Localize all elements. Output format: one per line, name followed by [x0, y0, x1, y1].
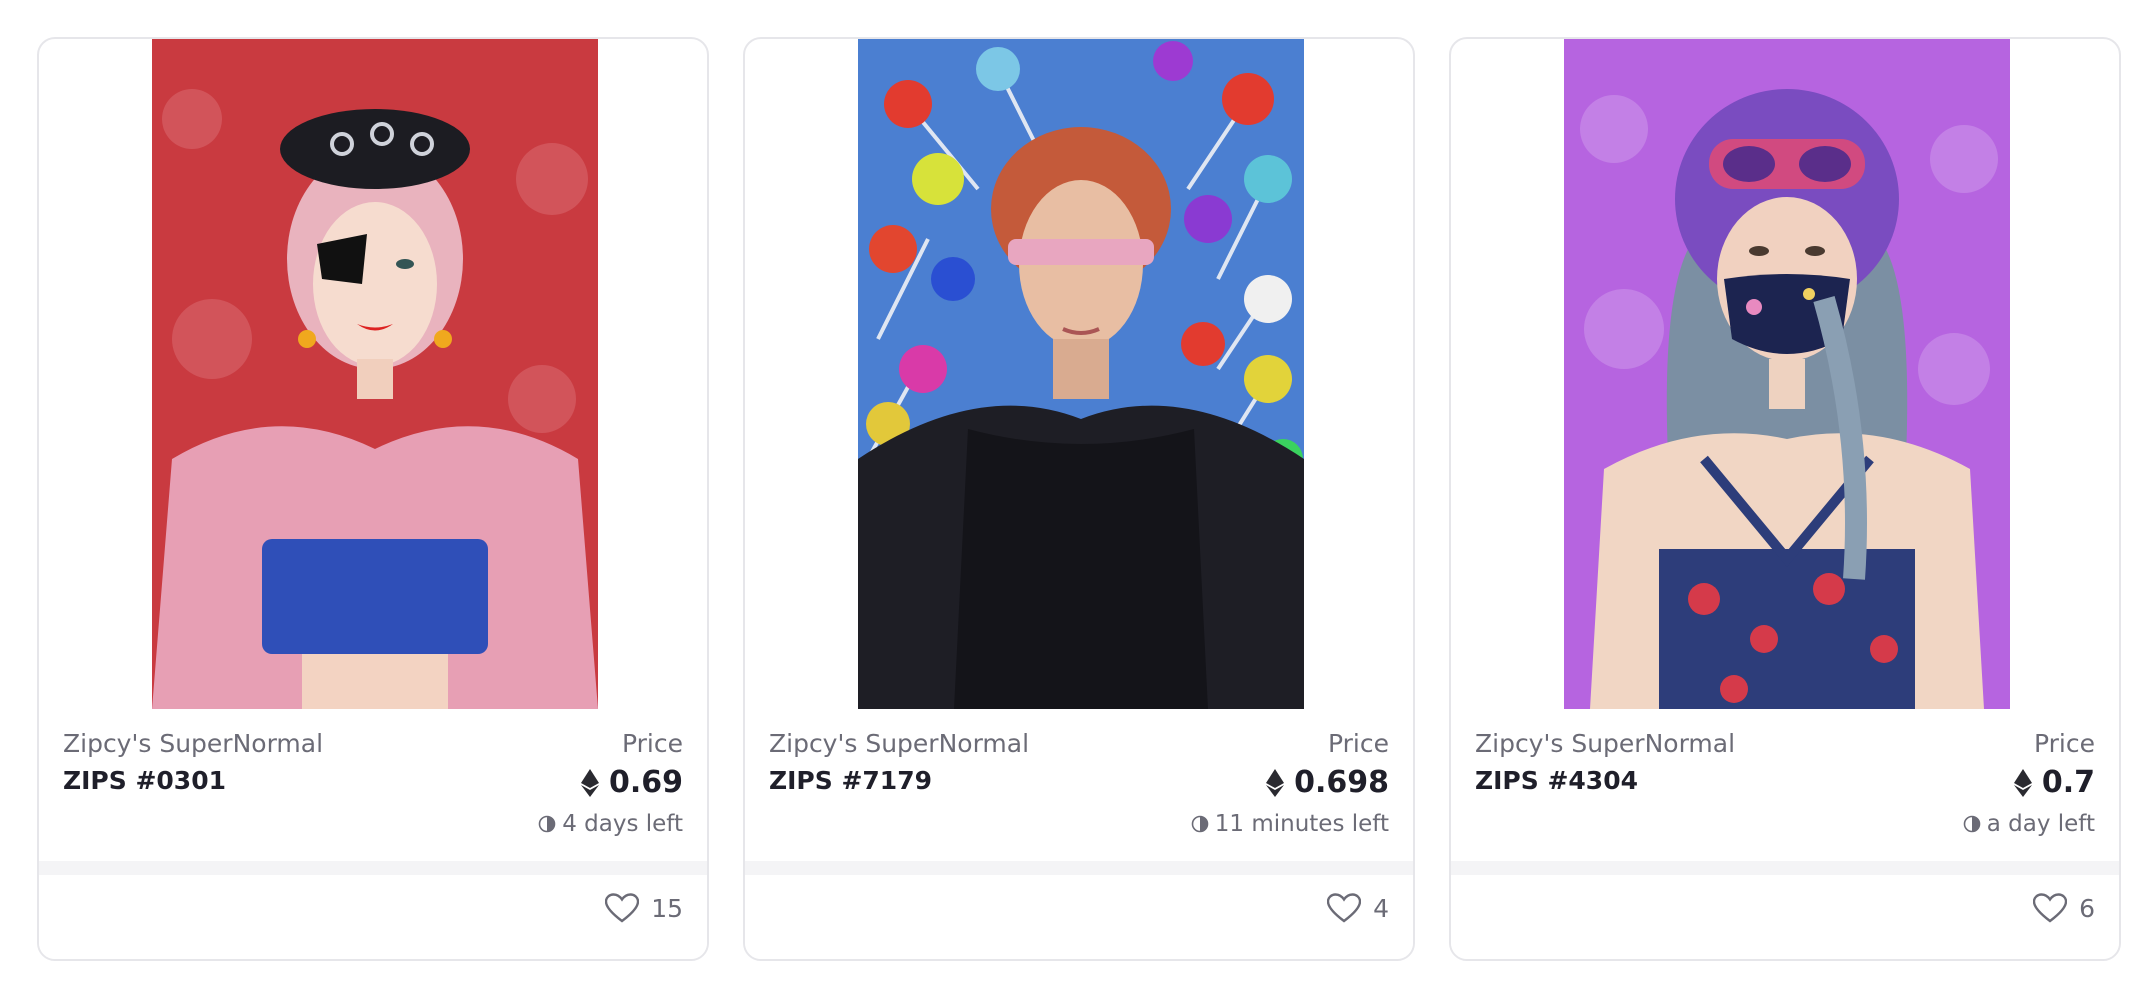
price-amount: 0.7 [2041, 765, 2095, 800]
time-left-text: a day left [1986, 811, 2095, 837]
auction-time: 11 minutes left [1191, 811, 1389, 837]
token-name[interactable]: ZIPS #4304 [1475, 766, 1638, 795]
clock-icon [1191, 815, 1209, 833]
price-value: 0.7 [2013, 765, 2095, 800]
like-count: 15 [651, 893, 683, 923]
clock-icon [538, 815, 556, 833]
ethereum-icon [2013, 768, 2032, 797]
like-button[interactable]: 4 [1327, 893, 1389, 923]
collection-name[interactable]: Zipcy's SuperNormal [63, 729, 323, 758]
price-amount: 0.698 [1294, 765, 1389, 800]
time-left-text: 11 minutes left [1214, 811, 1389, 837]
card-footer: 6 [1451, 861, 2119, 959]
auction-time: 4 days left [538, 811, 683, 837]
time-left-text: 4 days left [562, 811, 683, 837]
price-label: Price [2034, 729, 2095, 758]
nft-card[interactable]: Zipcy's SuperNormal ZIPS #4304 Price 0.7… [1449, 37, 2121, 961]
nft-artwork[interactable] [1451, 39, 2119, 709]
heart-icon[interactable] [2033, 893, 2068, 923]
heart-icon[interactable] [605, 893, 640, 923]
like-button[interactable]: 6 [2033, 893, 2095, 923]
nft-card-grid: Zipcy's SuperNormal ZIPS #0301 Price 0.6… [37, 37, 2121, 961]
nft-card[interactable]: Zipcy's SuperNormal ZIPS #0301 Price 0.6… [37, 37, 709, 961]
artwork-image [1564, 39, 2010, 709]
token-name[interactable]: ZIPS #0301 [63, 766, 226, 795]
like-count: 4 [1373, 893, 1389, 923]
ethereum-icon [580, 768, 599, 797]
nft-artwork[interactable] [39, 39, 707, 709]
price-value: 0.698 [1266, 765, 1389, 800]
auction-time: a day left [1963, 811, 2095, 837]
card-footer: 4 [745, 861, 1413, 959]
price-amount: 0.69 [608, 765, 683, 800]
like-button[interactable]: 15 [605, 893, 683, 923]
artwork-image [858, 39, 1304, 709]
price-label: Price [622, 729, 683, 758]
like-count: 6 [2079, 893, 2095, 923]
artwork-image [152, 39, 598, 709]
heart-icon[interactable] [1327, 893, 1362, 923]
collection-name[interactable]: Zipcy's SuperNormal [1475, 729, 1735, 758]
token-name[interactable]: ZIPS #7179 [769, 766, 932, 795]
price-label: Price [1328, 729, 1389, 758]
clock-icon [1963, 815, 1981, 833]
nft-artwork[interactable] [745, 39, 1413, 709]
card-footer: 15 [39, 861, 707, 959]
price-value: 0.69 [580, 765, 683, 800]
nft-card[interactable]: Zipcy's SuperNormal ZIPS #7179 Price 0.6… [743, 37, 1415, 961]
collection-name[interactable]: Zipcy's SuperNormal [769, 729, 1029, 758]
ethereum-icon [1266, 768, 1285, 797]
